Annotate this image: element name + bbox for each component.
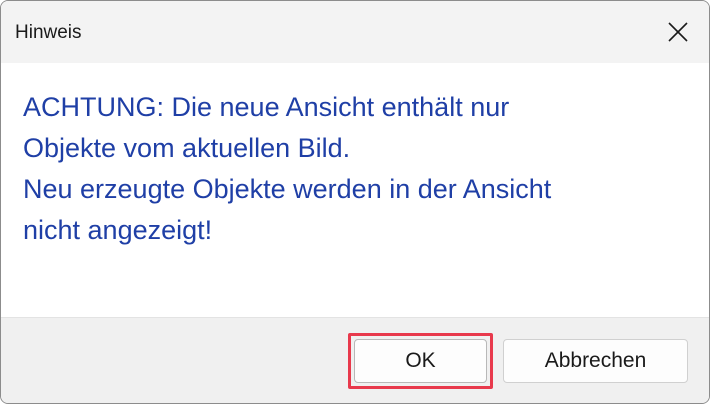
message-line-3: Neu erzeugte Objekte werden in der Ansic… — [23, 174, 552, 204]
message-area: ACHTUNG: Die neue Ansicht enthält nur Ob… — [1, 63, 709, 317]
close-icon — [668, 22, 688, 42]
title-bar[interactable]: Hinweis — [1, 1, 709, 63]
button-bar: OK Abbrechen — [1, 317, 709, 403]
dialog-title: Hinweis — [15, 22, 82, 43]
cancel-button[interactable]: Abbrechen — [503, 339, 688, 383]
dialog-window: Hinweis ACHTUNG: Die neue Ansicht enthäl… — [0, 0, 710, 404]
message-line-2: Objekte vom aktuellen Bild. — [23, 133, 351, 163]
message-line-4: nicht angezeigt! — [23, 215, 213, 245]
ok-button[interactable]: OK — [354, 339, 487, 383]
close-button[interactable] — [647, 1, 709, 63]
message-line-1: ACHTUNG: Die neue Ansicht enthält nur — [23, 92, 510, 122]
warning-message: ACHTUNG: Die neue Ansicht enthält nur Ob… — [23, 87, 693, 251]
